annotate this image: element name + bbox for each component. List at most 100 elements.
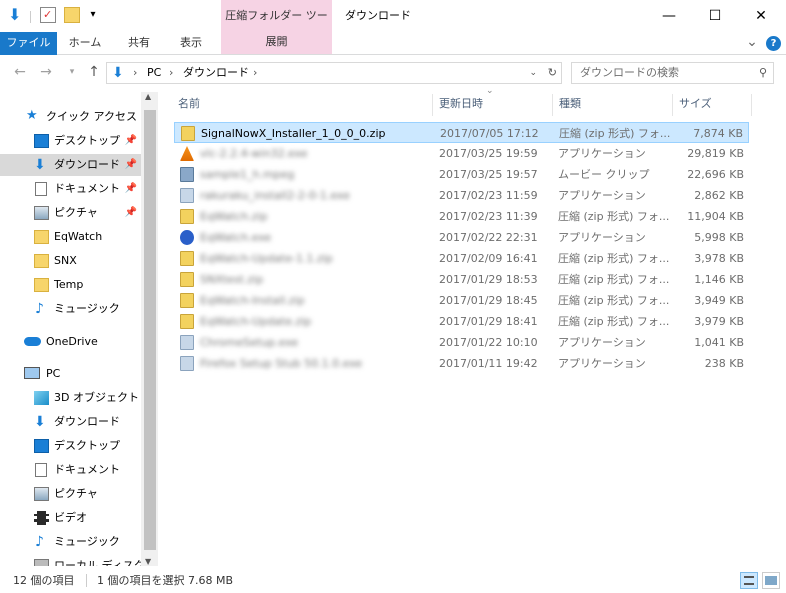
file-date: 2017/01/29 18:45: [439, 294, 538, 307]
nav-item-onedrive[interactable]: OneDrive: [0, 331, 141, 353]
file-row[interactable]: SNXtest.zip 2017/01/29 18:53 圧縮 (zip 形式) フ…: [174, 269, 749, 290]
file-row[interactable]: rakuraku_install2-2-0-1.exe 2017/02/23 11…: [174, 185, 749, 206]
search-input[interactable]: ダウンロードの検索: [580, 63, 679, 83]
customize-toolbar-icon[interactable]: ▾: [85, 7, 101, 23]
breadcrumb-pc[interactable]: PC: [147, 63, 161, 83]
chevron-right-icon[interactable]: ›: [133, 63, 137, 83]
file-row[interactable]: Firefox Setup Stub 50.1.0.exe 2017/01/11 …: [174, 353, 749, 374]
pin-icon[interactable]: 📌: [125, 202, 137, 224]
nav-item-pictures[interactable]: ピクチャ 📌: [0, 202, 141, 224]
tab-extract[interactable]: 展開: [221, 31, 332, 54]
nav-item-pc-downloads[interactable]: ⬇ ダウンロード: [0, 411, 141, 433]
nav-item-pc-videos[interactable]: ビデオ: [0, 507, 141, 529]
nav-item-pc-desktop[interactable]: デスクトップ: [0, 435, 141, 457]
file-row[interactable]: vlc-2.2.4-win32.exe 2017/03/25 19:59 アプリケー…: [174, 143, 749, 164]
file-type: 圧縮 (zip 形式) フォ...: [558, 252, 670, 265]
address-bar[interactable]: ⬇ › PC › ダウンロード › ⌄ ↻: [106, 62, 562, 84]
scroll-down-icon[interactable]: ▼: [145, 557, 151, 566]
large-icons-view-button[interactable]: [762, 572, 780, 589]
help-icon[interactable]: ?: [766, 36, 781, 51]
column-divider[interactable]: [552, 94, 553, 116]
file-row[interactable]: EqWatch-Update-1.1.zip 2017/02/09 16:41 圧縮…: [174, 248, 749, 269]
file-size: 3,979 KB: [694, 315, 744, 328]
pictures-icon: [34, 487, 49, 501]
back-icon[interactable]: ←: [12, 64, 28, 80]
nav-item-snx[interactable]: SNX: [0, 250, 141, 272]
close-button[interactable]: ✕: [738, 0, 784, 32]
maximize-button[interactable]: ☐: [692, 0, 738, 32]
file-date: 2017/02/09 16:41: [439, 252, 538, 265]
tab-home[interactable]: ホーム: [60, 32, 110, 55]
up-icon[interactable]: ↑: [86, 64, 102, 80]
column-divider[interactable]: [672, 94, 673, 116]
nav-item-pc-music[interactable]: ♪ ミュージック: [0, 531, 141, 553]
column-divider[interactable]: [432, 94, 433, 116]
nav-item-eqwatch[interactable]: EqWatch: [0, 226, 141, 248]
chevron-right-icon[interactable]: ›: [169, 63, 173, 83]
details-view-button[interactable]: [740, 572, 758, 589]
large-icons-view-icon: [765, 576, 777, 585]
search-icon[interactable]: ⚲: [759, 63, 767, 83]
file-date: 2017/02/23 11:59: [439, 189, 538, 202]
address-history-icon[interactable]: ⌄: [529, 63, 537, 83]
file-size: 3,978 KB: [694, 252, 744, 265]
file-row[interactable]: ChromeSetup.exe 2017/01/22 10:10 アプリケーション 1…: [174, 332, 749, 353]
nav-label: ピクチャ: [54, 206, 98, 219]
pin-icon[interactable]: 📌: [125, 130, 137, 152]
tab-view[interactable]: 表示: [166, 32, 216, 55]
new-folder-icon[interactable]: [64, 7, 80, 23]
star-icon: ★: [26, 108, 38, 123]
file-size: 22,696 KB: [687, 168, 744, 181]
down-arrow-icon[interactable]: ⬇: [8, 7, 24, 23]
column-size[interactable]: サイズ: [679, 92, 712, 116]
column-divider[interactable]: [751, 94, 752, 116]
nav-item-temp[interactable]: Temp: [0, 274, 141, 296]
expand-ribbon-icon[interactable]: ⌄: [744, 32, 760, 54]
zip-folder-icon: [181, 126, 195, 141]
nav-label: ダウンロード: [54, 158, 120, 171]
nav-item-music[interactable]: ♪ ミュージック: [0, 298, 141, 320]
file-row[interactable]: EqWatch-Update.zip 2017/01/29 18:41 圧縮 (zi…: [174, 311, 749, 332]
nav-item-desktop[interactable]: デスクトップ 📌: [0, 130, 141, 152]
nav-item-pc-pictures[interactable]: ピクチャ: [0, 483, 141, 505]
scrollbar-thumb[interactable]: [144, 110, 156, 550]
tab-file[interactable]: ファイル: [0, 32, 57, 55]
file-row[interactable]: sample1_h.mpeg 2017/03/25 19:57 ムービー クリップ 2…: [174, 164, 749, 185]
nav-quick-access[interactable]: ★ クイック アクセス: [0, 106, 141, 128]
pin-icon[interactable]: 📌: [125, 154, 137, 176]
refresh-icon[interactable]: ↻: [548, 63, 557, 83]
file-name: vlc-2.2.4-win32.exe: [200, 147, 308, 160]
file-row[interactable]: EqWatch.zip 2017/02/23 11:39 圧縮 (zip 形式) フ…: [174, 206, 749, 227]
scroll-up-icon[interactable]: ▲: [145, 92, 151, 101]
file-name: EqWatch-Update-1.1.zip: [200, 252, 333, 265]
search-box[interactable]: ダウンロードの検索 ⚲: [571, 62, 774, 84]
desktop-icon: [34, 134, 49, 148]
properties-icon[interactable]: ✓: [40, 7, 56, 23]
chevron-right-icon[interactable]: ›: [253, 63, 257, 83]
nav-label: Temp: [54, 278, 84, 291]
nav-label: SNX: [54, 254, 77, 267]
nav-item-pc-documents[interactable]: ドキュメント: [0, 459, 141, 481]
minimize-button[interactable]: —: [646, 0, 692, 32]
recent-locations-icon[interactable]: ▾: [64, 64, 80, 80]
file-type: アプリケーション: [558, 231, 646, 244]
nav-item-3d-objects[interactable]: 3D オブジェクト: [0, 387, 141, 409]
file-row[interactable]: EqWatch-Install.zip 2017/01/29 18:45 圧縮 (z…: [174, 290, 749, 311]
pin-icon[interactable]: 📌: [125, 178, 137, 200]
column-name[interactable]: 名前: [178, 92, 200, 116]
breadcrumb-downloads[interactable]: ダウンロード: [183, 63, 249, 83]
forward-icon[interactable]: →: [38, 64, 54, 80]
column-type[interactable]: 種類: [559, 92, 581, 116]
file-row[interactable]: EqWatch.exe 2017/02/22 22:31 アプリケーション 5,998…: [174, 227, 749, 248]
tab-share[interactable]: 共有: [114, 32, 164, 55]
file-row[interactable]: SignalNowX_Installer_1_0_0_0.zip 2017/07/…: [174, 122, 749, 143]
column-date[interactable]: 更新日時: [439, 92, 483, 116]
nav-label: ミュージック: [54, 302, 120, 315]
file-name: SNXtest.zip: [200, 273, 264, 286]
nav-item-downloads[interactable]: ⬇ ダウンロード 📌: [0, 154, 141, 176]
nav-item-pc[interactable]: PC: [0, 363, 141, 385]
nav-item-local-disk[interactable]: ローカル ディスク (C: [0, 555, 158, 566]
column-headers: 名前 更新日時 ⌄ 種類 サイズ: [172, 86, 752, 116]
folder-icon: [34, 278, 49, 292]
nav-item-documents[interactable]: ドキュメント 📌: [0, 178, 141, 200]
